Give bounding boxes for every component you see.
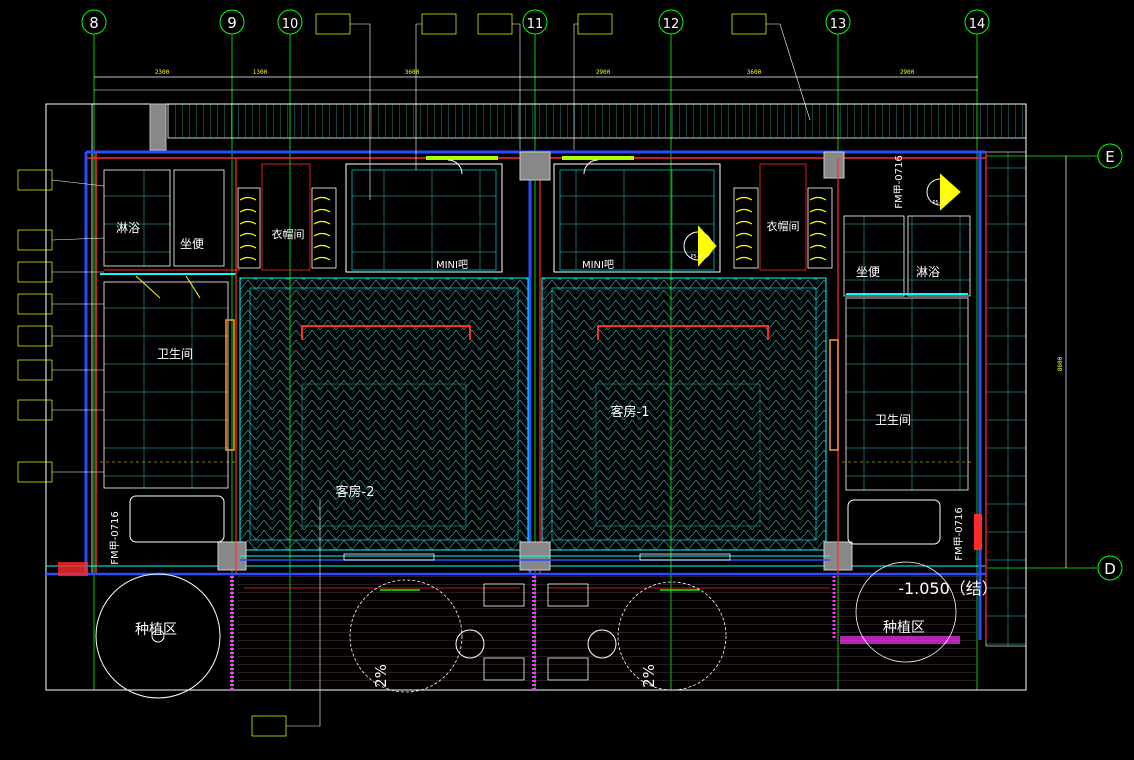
axis-label-D: D xyxy=(1104,560,1116,578)
axis-bubble-11: 11 xyxy=(522,9,548,35)
dim-1: 2300 xyxy=(155,69,170,76)
label-minibar-left: MINI吧 xyxy=(436,260,468,271)
terrace-deck xyxy=(230,576,978,690)
label-closet-left: 衣帽间 xyxy=(272,227,305,241)
dim-6: 2900 xyxy=(900,69,915,76)
axis-label-11: 11 xyxy=(527,17,544,32)
label-guest-room-2: 客房-2 xyxy=(336,484,375,500)
label-closet-right: 衣帽间 xyxy=(767,219,800,233)
dim-3: 3600 xyxy=(405,69,420,76)
callout-left-label: P5-01 xyxy=(690,254,705,260)
minibar-left xyxy=(345,156,503,273)
label-planting-left: 种植区 xyxy=(135,622,177,638)
axis-label-12: 12 xyxy=(663,17,680,32)
label-bathroom-left: 卫生间 xyxy=(157,347,193,361)
left-material-tags xyxy=(17,169,105,483)
axis-bubble-14: 14 xyxy=(964,9,990,35)
axis-label-9: 9 xyxy=(227,14,237,32)
axis-label-13: 13 xyxy=(830,17,847,32)
section-tag-bottom-right: FM甲-0716 xyxy=(954,507,965,560)
dim-2: 1300 xyxy=(253,69,268,76)
guest-room-1-floor xyxy=(541,277,827,551)
top-dimension-line: 2300 1300 3600 2900 3600 2900 xyxy=(94,69,978,91)
label-bathroom-right: 卫生间 xyxy=(875,413,911,427)
label-toilet-left: 坐便 xyxy=(180,237,204,251)
label-shower-left: 淋浴 xyxy=(116,221,140,235)
label-minibar-right: MINI吧 xyxy=(582,260,614,271)
slope-right: 2% xyxy=(640,664,658,688)
axis-bubble-12: 12 xyxy=(658,9,684,35)
right-dimension-line: 8600 xyxy=(1057,156,1067,568)
label-guest-room-1: 客房-1 xyxy=(611,404,650,420)
elevation-note: -1.050（结） xyxy=(898,579,998,598)
closet-left xyxy=(237,163,337,271)
floor-plan-drawing: 2300 1300 3600 2900 3600 2900 8600 P5-01… xyxy=(17,9,1123,737)
dim-right: 8600 xyxy=(1057,356,1064,371)
axis-bubble-9: 9 xyxy=(219,9,245,35)
slope-left: 2% xyxy=(372,664,390,688)
closet-right xyxy=(733,163,833,271)
axis-bubble-13: 13 xyxy=(825,9,851,35)
section-tag-bottom-left: FM甲-0716 xyxy=(110,511,121,564)
axis-bubble-E: E xyxy=(1097,143,1123,169)
label-toilet-right: 坐便 xyxy=(856,265,880,279)
axis-label-14: 14 xyxy=(969,17,986,32)
dim-5: 3600 xyxy=(747,69,762,76)
axis-label-10: 10 xyxy=(282,17,299,32)
axis-bubble-10: 10 xyxy=(277,9,303,35)
elevation-callout-right: P5-02 xyxy=(926,173,961,211)
axis-label-8: 8 xyxy=(89,14,99,32)
callout-right-label: P5-02 xyxy=(932,200,947,206)
dim-4: 2900 xyxy=(596,69,611,76)
guest-room-2-floor xyxy=(239,277,529,551)
axis-bubble-D: D xyxy=(1097,555,1123,581)
axis-bubble-8: 8 xyxy=(81,9,107,35)
label-planting-right: 种植区 xyxy=(883,620,925,636)
cad-floor-plan: 2300 1300 3600 2900 3600 2900 8600 P5-01… xyxy=(0,0,1134,760)
section-tag-top: FM甲-0716 xyxy=(894,155,905,208)
axis-label-E: E xyxy=(1105,148,1114,166)
label-shower-right: 淋浴 xyxy=(916,265,940,279)
